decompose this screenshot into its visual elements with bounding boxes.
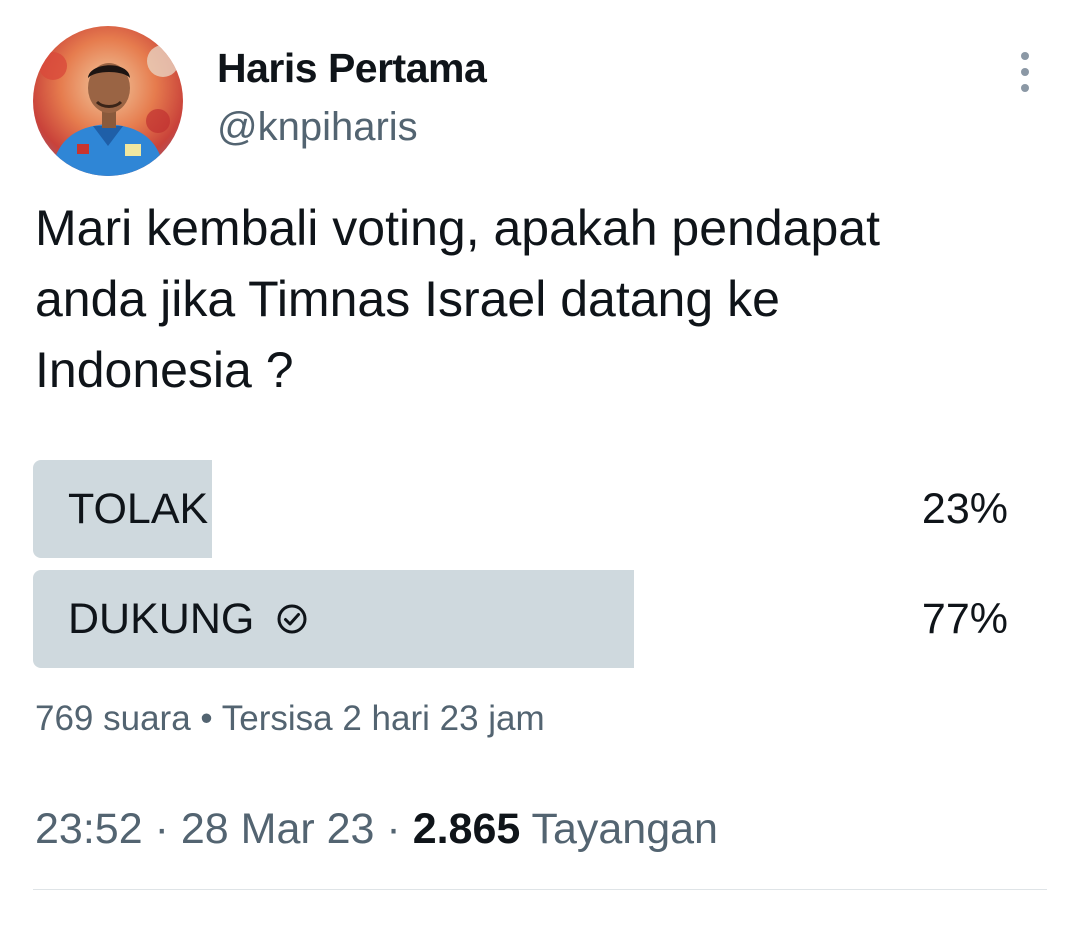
views-count[interactable]: 2.865: [413, 805, 521, 853]
tweet-text: Mari kembali voting, apakah pendapat and…: [35, 200, 880, 398]
check-circle-icon: [277, 604, 307, 634]
tweet-timestamp-row: 23:52 · 28 Mar 23 · 2.865 Tayangan: [35, 803, 718, 855]
author-handle[interactable]: @knpiharis: [217, 103, 418, 151]
more-vertical-icon[interactable]: [1012, 52, 1038, 92]
poll-vote-count: 769 suara: [35, 699, 191, 738]
timestamp-separator: ·: [386, 805, 401, 853]
tweet-time[interactable]: 23:52: [35, 805, 143, 853]
timestamp-separator: ·: [154, 805, 169, 853]
tweet-date[interactable]: 28 Mar 23: [181, 805, 375, 853]
more-dot: [1021, 84, 1029, 92]
tweet-detail: Haris Pertama @knpiharis Mari kembali vo…: [0, 0, 1080, 928]
poll-option-text: DUKUNG: [68, 595, 255, 643]
views-label[interactable]: Tayangan: [531, 805, 718, 853]
poll-option-tolak: TOLAK 23%: [33, 460, 1008, 558]
poll-time-remaining: Tersisa 2 hari 23 jam: [221, 699, 545, 738]
more-dot: [1021, 52, 1029, 60]
poll-option-percent: 77%: [921, 595, 1008, 643]
avatar-image: [33, 26, 183, 176]
poll-meta-separator: •: [200, 699, 213, 738]
poll-option-label: DUKUNG: [68, 570, 310, 668]
more-dot: [1021, 68, 1029, 76]
poll-option-dukung: DUKUNG 77%: [33, 570, 1008, 668]
author-display-name[interactable]: Haris Pertama: [217, 44, 487, 92]
poll-option-percent: 23%: [921, 485, 1008, 533]
poll-option-text: TOLAK: [68, 485, 209, 533]
avatar[interactable]: [33, 26, 183, 176]
divider: [33, 889, 1047, 890]
poll-meta: 769 suara • Tersisa 2 hari 23 jam: [35, 697, 545, 741]
poll-option-label: TOLAK: [68, 460, 208, 558]
